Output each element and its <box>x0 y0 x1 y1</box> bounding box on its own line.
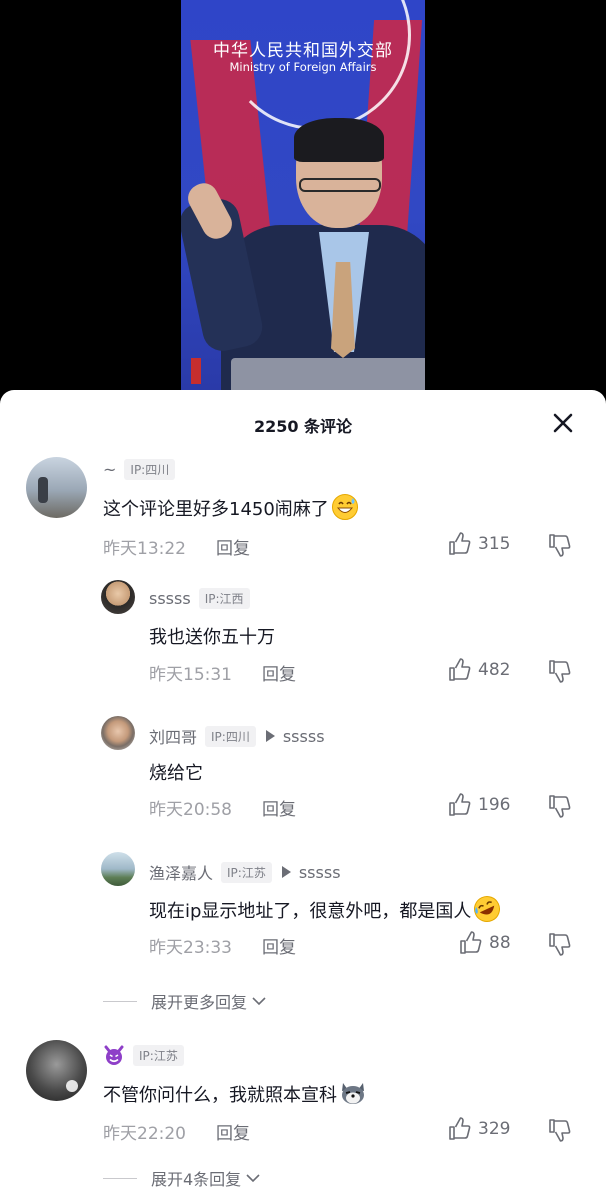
video-org-cn: 中华人民共和国外交部 <box>213 41 393 61</box>
ip-badge: IP:江苏 <box>221 861 272 883</box>
comment-meta: 昨天20:58 回复 <box>149 795 296 820</box>
thumb-up-icon <box>460 931 482 954</box>
ip-badge: IP:四川 <box>124 459 176 480</box>
expand-label: 展开更多回复 <box>151 993 248 1012</box>
comment-text: 现在ip显示地址了，很意外吧，都是国人 <box>149 895 501 923</box>
comment-sheet: 2250 条评论 ~ IP:四川 这个评论里好多1450闹麻了 昨天13:22 … <box>0 390 606 1200</box>
grinning-sweat-emoji <box>331 494 358 520</box>
thumb-up-icon <box>449 532 471 555</box>
like-button[interactable]: 329 <box>448 1117 510 1141</box>
speaker-glasses <box>299 178 381 192</box>
comment-meta: 昨天23:33 回复 <box>149 933 296 958</box>
comment-text: 我也送你五十万 <box>149 627 275 648</box>
reply-button[interactable]: 回复 <box>262 660 296 685</box>
thumb-down-icon[interactable] <box>548 932 572 956</box>
video-player[interactable]: 中华人民共和国外交部 Ministry of Foreign Affairs <box>181 0 425 392</box>
reply-button[interactable]: 回复 <box>262 933 296 958</box>
ip-badge: IP:四川 <box>205 725 256 747</box>
chevron-down-icon <box>252 997 266 1006</box>
comment-text-body: 现在ip显示地址了，很意外吧，都是国人 <box>149 901 472 922</box>
husky-emoji <box>342 1083 364 1104</box>
expand-more-replies-button[interactable]: 展开更多回复 <box>103 989 267 1013</box>
avatar[interactable] <box>26 1040 87 1101</box>
avatar[interactable] <box>101 716 135 750</box>
divider-line <box>103 1000 137 1002</box>
comment-meta: 昨天15:31 回复 <box>149 660 296 685</box>
thumb-up-icon <box>449 793 471 816</box>
devil-emoji[interactable] <box>103 1044 125 1066</box>
thumb-down-icon[interactable] <box>548 533 572 557</box>
reply-to-username[interactable]: sssss <box>299 863 341 882</box>
like-count: 88 <box>489 933 511 953</box>
like-button[interactable]: 482 <box>448 658 510 682</box>
podium <box>231 358 425 392</box>
comment-meta: 昨天22:20 回复 <box>103 1119 250 1144</box>
username[interactable]: 刘四哥 <box>149 724 197 748</box>
timestamp: 昨天20:58 <box>149 800 232 820</box>
chevron-down-icon <box>246 1174 260 1183</box>
timestamp: 昨天15:31 <box>149 665 232 685</box>
reply-to-username[interactable]: sssss <box>283 727 325 746</box>
comment-header: 渔泽嘉人 IP:江苏 sssss <box>149 860 341 884</box>
divider-line <box>103 1177 137 1179</box>
comment-header: sssss IP:江西 <box>149 588 250 609</box>
like-count: 196 <box>478 795 511 815</box>
comment-text-body: 这个评论里好多1450闹麻了 <box>103 499 329 520</box>
username[interactable]: 渔泽嘉人 <box>149 860 213 884</box>
comment-text-body: 不管你问什么，我就照本宣科 <box>103 1085 337 1106</box>
like-button[interactable]: 88 <box>459 931 511 955</box>
ip-badge: IP:江西 <box>198 588 250 609</box>
like-button[interactable]: 196 <box>448 793 510 817</box>
reply-button[interactable]: 回复 <box>262 795 296 820</box>
speaker-hair <box>294 118 384 162</box>
avatar[interactable] <box>101 580 135 614</box>
thumb-down-icon[interactable] <box>548 794 572 818</box>
comment-count-title: 2250 条评论 <box>253 417 353 436</box>
expand-label: 展开4条回复 <box>151 1170 242 1189</box>
avatar[interactable] <box>26 457 87 518</box>
reply-arrow-icon <box>265 730 275 742</box>
like-count: 329 <box>478 1119 511 1139</box>
reply-arrow-icon <box>281 866 291 878</box>
comment-text: 不管你问什么，我就照本宣科 <box>103 1079 367 1107</box>
like-button[interactable]: 315 <box>448 532 510 556</box>
comment-header: 刘四哥 IP:四川 sssss <box>149 724 325 748</box>
timestamp: 昨天23:33 <box>149 938 232 958</box>
thumb-down-icon[interactable] <box>548 1118 572 1142</box>
comment-header: IP:江苏 <box>103 1044 184 1066</box>
expand-replies-button[interactable]: 展开4条回复 <box>103 1166 261 1190</box>
like-count: 315 <box>478 534 511 554</box>
rolling-laughing-emoji <box>474 896 501 922</box>
comment-header: ~ IP:四川 <box>103 459 176 480</box>
username[interactable]: ~ <box>103 460 116 479</box>
thumb-up-icon <box>449 1117 471 1140</box>
reply-button[interactable]: 回复 <box>216 1119 250 1144</box>
comment-text: 烧给它 <box>149 763 203 784</box>
reply-button[interactable]: 回复 <box>216 534 250 559</box>
comment-meta: 昨天13:22 回复 <box>103 534 250 559</box>
timestamp: 昨天13:22 <box>103 539 186 559</box>
timestamp: 昨天22:20 <box>103 1124 186 1144</box>
comment-text: 这个评论里好多1450闹麻了 <box>103 493 359 521</box>
username[interactable]: sssss <box>149 589 191 608</box>
close-icon[interactable] <box>552 412 574 434</box>
thumb-up-icon <box>449 658 471 681</box>
watermark-seal <box>191 358 201 384</box>
like-count: 482 <box>478 660 511 680</box>
video-org-en: Ministry of Foreign Affairs <box>229 60 377 74</box>
avatar[interactable] <box>101 852 135 886</box>
ip-badge: IP:江苏 <box>133 1044 184 1066</box>
thumb-down-icon[interactable] <box>548 659 572 683</box>
